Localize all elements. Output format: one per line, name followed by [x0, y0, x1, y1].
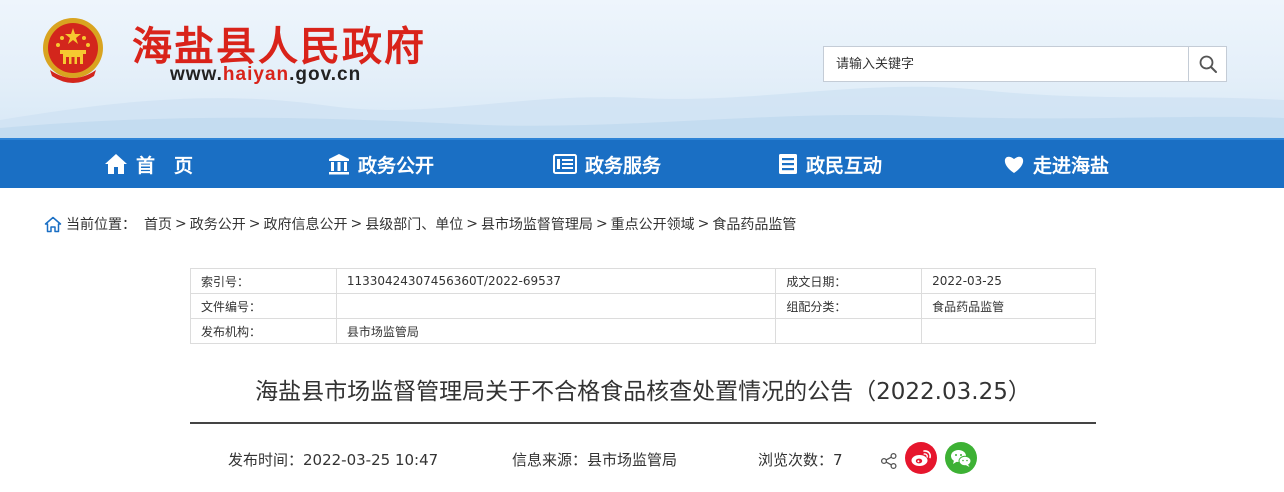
site-header: 海盐县人民政府 www.haiyan.gov.cn: [0, 0, 1284, 138]
breadcrumb-item-food-drug[interactable]: 食品药品监管: [712, 214, 796, 234]
home-icon: [104, 153, 128, 175]
nav-item-gov-services[interactable]: 政务服务: [553, 140, 661, 188]
share-weibo-button[interactable]: [905, 442, 937, 474]
url-prefix: www.: [170, 64, 223, 85]
columns-building-icon: [328, 153, 350, 175]
publish-time: 发布时间：2022-03-25 10:47: [228, 450, 439, 469]
search-icon: [1199, 55, 1217, 73]
view-count: 浏览次数：7: [758, 450, 843, 469]
meta-value: [921, 318, 1096, 344]
share-icon: [880, 452, 898, 474]
meta-value: 县市场监管局: [335, 318, 777, 344]
main-nav: 首 页 政务公开 政务服务 政民互动 走进海盐: [0, 138, 1284, 188]
breadcrumb-item-home[interactable]: 首页: [144, 214, 172, 234]
nav-item-gov-affairs[interactable]: 政务公开: [328, 140, 434, 188]
wechat-icon: [951, 450, 972, 467]
nav-item-label: 政务服务: [585, 154, 662, 177]
meta-value: 2022-03-25: [921, 268, 1096, 294]
title-divider: [190, 422, 1096, 424]
breadcrumb-item-market-bureau[interactable]: 县市场监督管理局: [481, 214, 593, 234]
breadcrumb-separator: >: [697, 216, 710, 232]
clipboard-icon: [778, 153, 798, 175]
weibo-icon: [911, 450, 931, 466]
breadcrumb-item-key-areas[interactable]: 重点公开领域: [611, 214, 695, 234]
share-wechat-button[interactable]: [945, 442, 977, 474]
nav-item-label: 政务公开: [358, 154, 435, 177]
search-input[interactable]: [824, 47, 1188, 81]
document-meta-table: 索引号： 11330424307456360T/2022-69537 成文日期：…: [190, 268, 1096, 344]
breadcrumb-prefix: 当前位置：: [66, 217, 136, 233]
search-box: [823, 46, 1227, 82]
nav-item-about-haiyan[interactable]: 走进海盐: [1003, 140, 1109, 188]
breadcrumb-separator: >: [175, 216, 187, 232]
breadcrumb-item-gov-affairs[interactable]: 政务公开: [190, 214, 246, 234]
breadcrumb-separator: >: [595, 216, 608, 232]
breadcrumb: 当前位置： 首页 > 政务公开 > 政府信息公开 > 县级部门、单位 > 县市场…: [44, 213, 796, 235]
meta-value: 11330424307456360T/2022-69537: [335, 268, 777, 294]
breadcrumb-separator: >: [248, 216, 261, 232]
table-row: 索引号： 11330424307456360T/2022-69537 成文日期：…: [190, 268, 1096, 294]
nav-item-label: 政民互动: [806, 154, 883, 177]
meta-value: 食品药品监管: [921, 293, 1096, 319]
search-button[interactable]: [1188, 47, 1226, 81]
breadcrumb-separator: >: [350, 216, 363, 232]
table-row: 文件编号： 组配分类： 食品药品监管: [190, 293, 1096, 319]
breadcrumb-item-departments[interactable]: 县级部门、单位: [365, 214, 463, 234]
national-emblem-icon: [40, 14, 106, 86]
heart-icon: [1003, 154, 1025, 174]
article-title: 海盐县市场监督管理局关于不合格食品核查处置情况的公告（2022.03.25）: [255, 379, 1031, 405]
meta-value: [335, 293, 777, 319]
url-suffix: .gov.cn: [289, 64, 362, 85]
breadcrumb-separator: >: [466, 216, 478, 232]
nav-item-label: 首 页: [136, 154, 194, 177]
meta-key: [775, 318, 923, 344]
meta-key: 索引号：: [190, 268, 337, 294]
nav-item-interaction[interactable]: 政民互动: [778, 140, 882, 188]
url-highlight: haiyan: [222, 64, 290, 85]
list-document-icon: [553, 154, 577, 174]
site-url: www.haiyan.gov.cn: [170, 64, 361, 86]
meta-key: 组配分类：: [775, 293, 923, 319]
meta-key: 成文日期：: [775, 268, 923, 294]
table-row: 发布机构： 县市场监管局: [190, 318, 1096, 344]
info-source: 信息来源：县市场监管局: [512, 450, 678, 469]
breadcrumb-item-info-disclosure[interactable]: 政府信息公开: [263, 214, 347, 234]
nav-item-label: 走进海盐: [1033, 154, 1110, 177]
nav-item-home[interactable]: 首 页: [104, 140, 193, 188]
meta-key: 发布机构：: [190, 318, 337, 344]
home-outline-icon: [44, 216, 62, 233]
meta-key: 文件编号：: [190, 293, 337, 319]
